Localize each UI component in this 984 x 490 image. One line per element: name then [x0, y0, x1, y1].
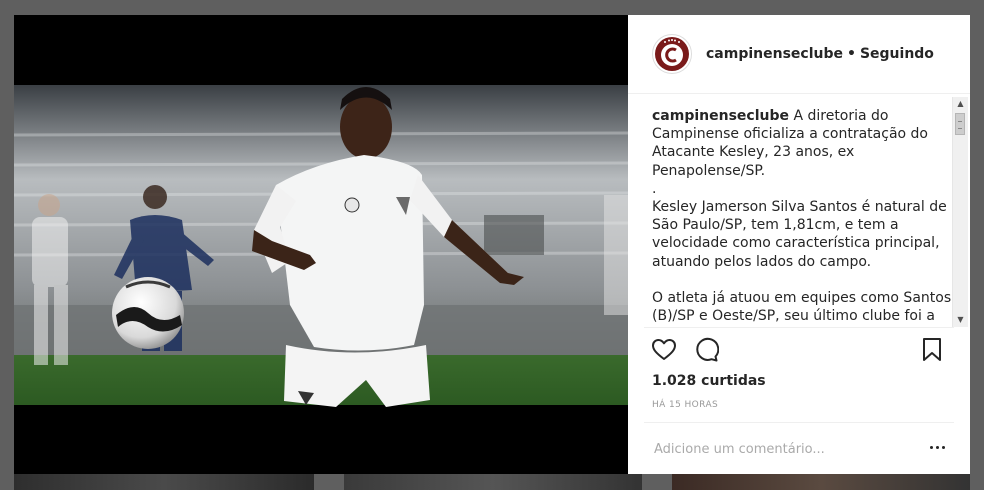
caption-paragraph-3: Kesley Jamerson Silva Santos é natural d… [652, 199, 947, 270]
comment-bubble-icon[interactable] [693, 337, 719, 363]
caption-paragraph-4 [652, 271, 952, 289]
actions-divider [644, 327, 954, 328]
caption-username[interactable]: campinenseclube [652, 108, 789, 124]
scroll-up-arrow[interactable]: ▲ [953, 97, 968, 111]
header-text: campinenseclube • Seguindo [706, 46, 934, 62]
bookmark-icon[interactable] [921, 337, 943, 363]
comment-input[interactable] [652, 435, 926, 463]
post-header: campinenseclube • Seguindo [628, 15, 970, 94]
thumbnail-3[interactable] [672, 474, 970, 490]
background-thumbnails [14, 474, 970, 490]
club-avatar[interactable] [652, 34, 692, 74]
thumbnail-1[interactable] [14, 474, 314, 490]
following-button[interactable]: Seguindo [860, 46, 934, 62]
scroll-down-arrow[interactable]: ▼ [953, 313, 968, 327]
post-sidebar: campinenseclube • Seguindo campinenseclube… [628, 15, 970, 474]
caption-scrollbar[interactable]: ▲ ▼ [952, 97, 968, 327]
caption-paragraph-5: O atleta já atuou em equipes como Santos… [652, 289, 952, 325]
username-link[interactable]: campinenseclube [706, 46, 843, 62]
more-options-icon[interactable] [930, 440, 948, 454]
post-modal: campinenseclube • Seguindo campinenseclube… [14, 15, 970, 474]
caption-area[interactable]: campinenseclube A diretoria do Campinens… [628, 94, 970, 327]
post-photo[interactable] [14, 15, 628, 474]
football-player-photo [14, 15, 628, 474]
scrollbar-thumb[interactable] [955, 113, 965, 135]
separator-dot: • [847, 46, 856, 62]
post-timestamp[interactable]: Há 15 horas [652, 400, 718, 410]
heart-icon[interactable] [651, 337, 677, 363]
comment-section [644, 422, 954, 475]
caption-paragraph-1: campinenseclube A diretoria do Campinens… [652, 107, 952, 180]
likes-count[interactable]: 1.028 curtidas [652, 373, 766, 389]
thumbnail-2[interactable] [344, 474, 642, 490]
caption: campinenseclube A diretoria do Campinens… [652, 107, 952, 325]
caption-paragraph-2: . [652, 180, 657, 197]
